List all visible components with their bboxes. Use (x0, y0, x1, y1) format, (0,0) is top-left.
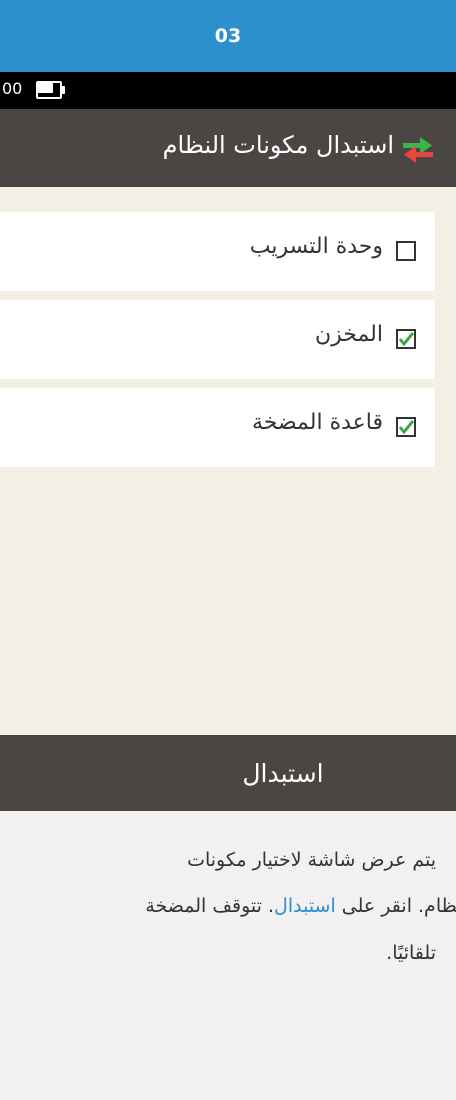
option-infusion-set[interactable]: وحدة التسريب (0, 212, 435, 291)
instruction-line-2: النظام. انقر على استبدال. تتوقف المضخة (145, 895, 456, 917)
step-indicator-bar: 03 (0, 0, 456, 72)
instruction-text: . تتوقف المضخة (145, 895, 275, 917)
screen: 03 00 استبدال مكونات النظام وحدة التسريب (0, 0, 456, 1100)
battery-icon (36, 81, 66, 99)
battery-fill (38, 83, 53, 93)
option-reservoir[interactable]: المخزن (0, 300, 435, 379)
replace-button-label: استبدال (242, 758, 324, 788)
checkbox-checked-icon[interactable] (396, 417, 416, 437)
option-label: قاعدة المضخة (251, 410, 383, 435)
replace-link[interactable]: استبدال (274, 895, 336, 917)
step-number: 03 (214, 25, 242, 47)
instruction-line-1: يتم عرض شاشة لاختيار مكونات (187, 849, 436, 871)
component-selection-area: وحدة التسريب المخزن قاعدة المضخة (0, 187, 456, 735)
header-title: استبدال مكونات النظام (162, 131, 394, 159)
instruction-line-3: تلقائيًا. (386, 942, 436, 964)
checkbox-unchecked-icon[interactable] (396, 241, 416, 261)
option-pump-base[interactable]: قاعدة المضخة (0, 388, 435, 467)
option-label: المخزن (314, 322, 383, 347)
instructions-panel: يتم عرض شاشة لاختيار مكونات النظام. انقر… (0, 811, 456, 1100)
checkbox-checked-icon[interactable] (396, 329, 416, 349)
battery-tip (62, 86, 65, 94)
replace-button[interactable]: استبدال (0, 735, 456, 811)
swap-arrows-icon (403, 137, 433, 163)
option-label: وحدة التسريب (249, 234, 383, 259)
device-status-bar: 00 (0, 72, 456, 109)
instruction-text: النظام. انقر على (341, 895, 456, 917)
status-time: 00 (2, 79, 23, 98)
screen-header: استبدال مكونات النظام (0, 109, 456, 187)
